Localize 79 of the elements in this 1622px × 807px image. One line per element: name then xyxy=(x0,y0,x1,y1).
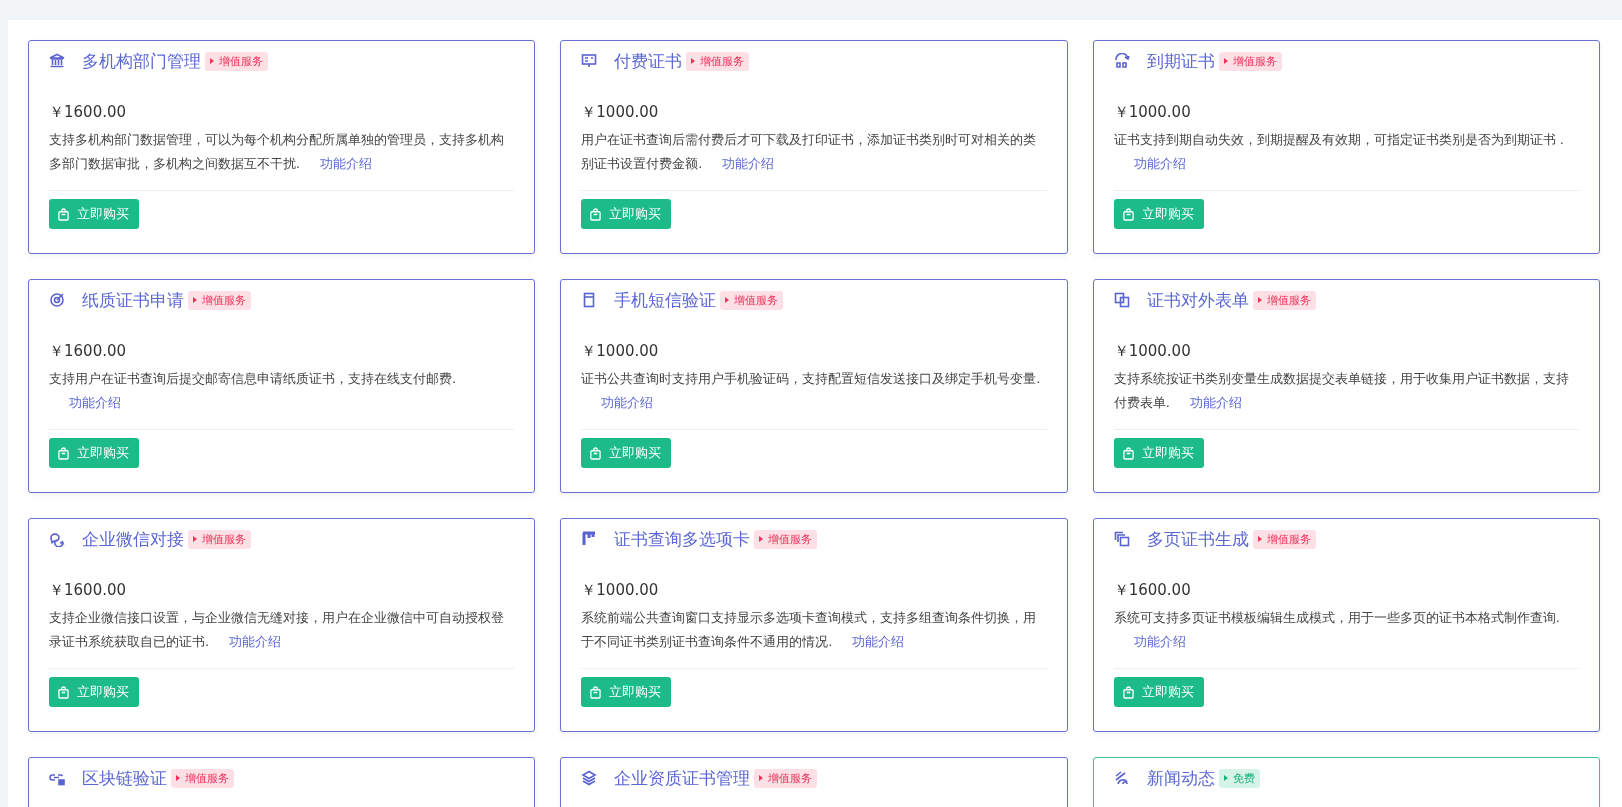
description: 支持系统按证书类别变量生成数据提交表单链接，用于收集用户证书数据，支持付费表单. 功能介绍 xyxy=(1113,370,1570,412)
caret-icon xyxy=(1223,775,1228,781)
description: 支持多机构部门数据管理，可以为每个机构分配所属单独的管理员，支持多机构多部门数据审批，多机构之间数据互不干扰. 功能介绍 xyxy=(49,131,505,173)
shopping-bag-icon xyxy=(1122,685,1134,699)
description: 支持企业微信接口设置，与企业微信无缝对接，用户在企业微信中可自动授权登录证书系统获取自已的证书. 功能介绍 xyxy=(49,609,505,651)
caret-icon xyxy=(210,58,214,64)
caret-icon xyxy=(759,536,764,542)
tag-label: 增值服务 xyxy=(734,292,779,308)
caret-icon xyxy=(1223,58,1228,64)
card-title: 付费证书 xyxy=(614,49,683,73)
clock-arrow-icon xyxy=(1113,53,1130,69)
caret-icon xyxy=(193,297,197,303)
card-title: 区块链验证 xyxy=(82,766,167,790)
bank-icon xyxy=(49,53,65,69)
feature-link[interactable]: 功能介绍 xyxy=(601,395,654,410)
card-title: 手机短信验证 xyxy=(614,288,717,312)
shopping-bag-icon xyxy=(58,207,69,221)
caret-icon xyxy=(725,297,730,303)
caret-icon xyxy=(1257,536,1262,542)
shopping-bag-icon xyxy=(590,446,602,460)
card-title: 企业资质证书管理 xyxy=(614,766,751,790)
tag-label: 增值服务 xyxy=(700,53,745,69)
description: 用户在证书查询后需付费后才可下载及打印证书，添加证书类别时可对相关的类别证书设置付费金额. 功能介绍 xyxy=(581,131,1038,173)
feature-link[interactable]: 功能介绍 xyxy=(852,634,905,649)
caret-icon xyxy=(1257,297,1262,303)
description: 系统前端公共查询窗口支持显示多选项卡查询模式，支持多组查询条件切换，用于不同证书类别证书查询条件不通用的情况. 功能介绍 xyxy=(581,609,1038,651)
feature-link[interactable]: 功能介绍 xyxy=(1133,156,1186,171)
description: 证书公共查询时支持用户手机验证码，支持配置短信发送接口及绑定手机号变量. 功能介绍 xyxy=(581,370,1042,412)
tag-label: 增值服务 xyxy=(202,292,246,308)
description: 证书支持到期自动失效，到期提醒及有效期，可指定证书类别是否为到期证书 . 功能介绍 xyxy=(1113,131,1565,173)
card-title: 多页证书生成 xyxy=(1146,527,1249,551)
shopping-bag-icon xyxy=(1122,207,1134,221)
feature-link[interactable]: 功能介绍 xyxy=(1133,634,1186,649)
card-title: 证书对外表单 xyxy=(1146,288,1249,312)
card-title: 到期证书 xyxy=(1146,49,1215,73)
target-icon xyxy=(49,292,65,308)
description: 支持用户在证书查询后提交邮寄信息申请纸质证书，支持在线支付邮费. 功能介绍 xyxy=(49,370,458,412)
caret-icon xyxy=(176,775,180,781)
price: ￥1000.00 xyxy=(581,342,660,361)
tag-label: 增值服务 xyxy=(768,531,813,547)
feature-link[interactable]: 功能介绍 xyxy=(722,156,775,171)
feature-link[interactable]: 功能介绍 xyxy=(229,634,282,649)
price: ￥1600.00 xyxy=(1113,581,1192,600)
tag-label: 增值服务 xyxy=(1266,531,1311,547)
feature-link[interactable]: 功能介绍 xyxy=(69,395,121,410)
copy-icon xyxy=(1113,292,1130,308)
card-title: 多机构部门管理 xyxy=(82,49,201,73)
tag-label: 增值服务 xyxy=(219,53,263,69)
card-title: 证书查询多选项卡 xyxy=(614,527,751,551)
price: ￥1000.00 xyxy=(1113,342,1192,361)
feature-link[interactable]: 功能介绍 xyxy=(1189,395,1242,410)
tag-label: 增值服务 xyxy=(185,770,229,786)
card-title: 企业微信对接 xyxy=(82,527,184,551)
id-card-icon xyxy=(581,53,598,69)
shopping-bag-icon xyxy=(590,685,602,699)
tag-label: 免费 xyxy=(1232,770,1255,786)
tag-label: 增值服务 xyxy=(202,531,246,547)
price: ￥1600.00 xyxy=(49,342,128,361)
feature-link[interactable]: 功能介绍 xyxy=(320,156,373,171)
tag-label: 增值服务 xyxy=(1266,292,1311,308)
layers-icon xyxy=(581,770,598,786)
price: ￥1000.00 xyxy=(581,103,660,122)
card-title: 新闻动态 xyxy=(1146,766,1215,790)
shopping-bag-icon xyxy=(1122,446,1134,460)
caret-icon xyxy=(193,536,197,542)
copy-icon xyxy=(1113,531,1130,547)
shopping-bag-icon xyxy=(590,207,602,221)
caret-icon xyxy=(691,58,696,64)
caret-icon xyxy=(759,775,764,781)
card-title: 纸质证书申请 xyxy=(82,288,184,312)
price: ￥1600.00 xyxy=(49,103,128,122)
shopping-bag-icon xyxy=(58,446,69,460)
tag-label: 增值服务 xyxy=(1232,53,1277,69)
tag-label: 增值服务 xyxy=(768,770,813,786)
shopping-bag-icon xyxy=(58,685,69,699)
price: ￥1000.00 xyxy=(581,581,660,600)
description: 系统可支持多页证书模板编辑生成模式，用于一些多页的证书本格式制作查询. 功能介绍 xyxy=(1113,609,1561,651)
price: ￥1000.00 xyxy=(1113,103,1192,122)
price: ￥1600.00 xyxy=(49,581,128,600)
